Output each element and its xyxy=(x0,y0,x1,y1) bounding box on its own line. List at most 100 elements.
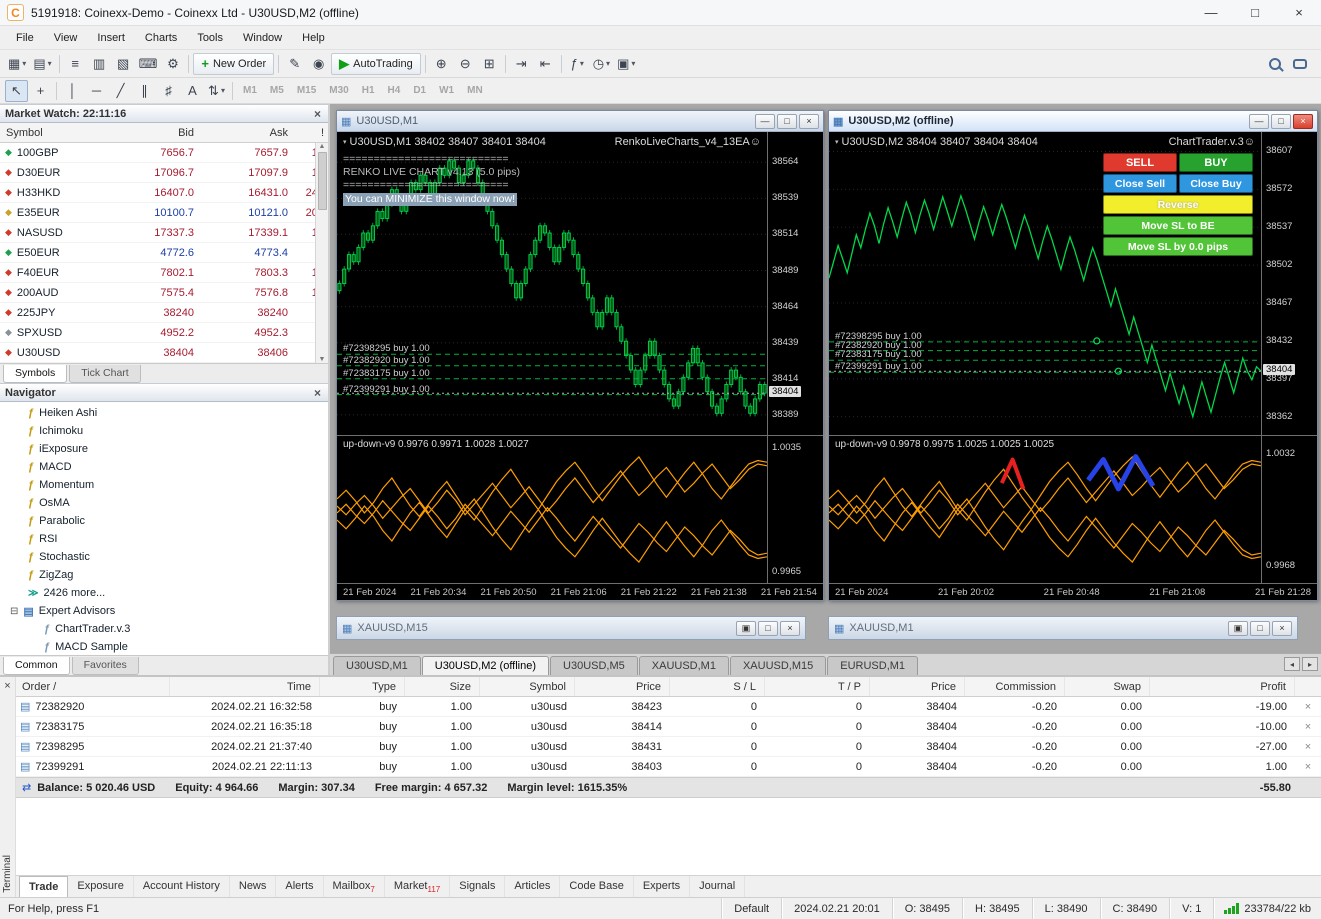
price-axis[interactable]: 38564 38539 38514 38489 38464 38439 38414 38389… xyxy=(767,132,823,435)
close-order-button[interactable]: × xyxy=(1295,697,1321,716)
trendline-button[interactable]: ╱ xyxy=(109,80,132,102)
scroll-up-icon[interactable]: ▲ xyxy=(319,143,326,150)
navigator-expert-item[interactable]: ƒ ChartTrader.v.3 xyxy=(0,620,328,638)
navigator-close-button[interactable]: × xyxy=(312,386,323,400)
market-watch-row[interactable]: ◆SPXUSD 4952.2 4952.3 1 xyxy=(0,323,328,343)
navigator-tab[interactable]: Favorites xyxy=(71,657,139,675)
terminal-tab[interactable]: Trade xyxy=(19,876,69,897)
community-button[interactable]: ◉ xyxy=(307,53,330,75)
window-maximize-button[interactable]: □ xyxy=(1233,0,1277,25)
chart-window-u30usd-m1[interactable]: ▦ U30USD,M1 — □ × ▾ U30USD,M1 38402 3840… xyxy=(336,110,824,601)
timeframe-button[interactable]: D1 xyxy=(407,81,432,101)
menu-item[interactable]: Charts xyxy=(135,28,187,48)
orders-column-header[interactable]: Type xyxy=(320,677,405,696)
scrollbar-thumb[interactable] xyxy=(317,152,327,210)
chart-minimize-button[interactable]: — xyxy=(755,113,775,129)
terminal-tab[interactable]: Articles xyxy=(505,876,561,897)
navigator-indicator-item[interactable]: ƒ Momentum xyxy=(0,476,328,494)
market-watch-row[interactable]: ◆H33HKD 16407.0 16431.0 240 xyxy=(0,183,328,203)
chart-close-button[interactable]: × xyxy=(1272,620,1292,636)
chart-window-u30usd-m2[interactable]: ▦ U30USD,M2 (offline) — □ × ▾ U30USD,M2 … xyxy=(828,110,1318,601)
navigator-indicator-item[interactable]: ƒ ZigZag xyxy=(0,566,328,584)
market-watch-tab[interactable]: Symbols xyxy=(3,365,68,383)
horizontal-line-button[interactable]: ─ xyxy=(85,80,108,102)
reverse-button[interactable]: Reverse xyxy=(1103,195,1253,214)
terminal-tab[interactable]: Journal xyxy=(690,876,746,897)
timeframe-button[interactable]: M5 xyxy=(264,81,290,101)
market-watch-column-headers[interactable]: Symbol Bid Ask ! xyxy=(0,123,328,143)
orders-column-header[interactable]: S / L xyxy=(670,677,765,696)
title-bar[interactable]: C 5191918: Coinexx-Demo - Coinexx Ltd - … xyxy=(0,0,1321,26)
orders-column-header[interactable]: T / P xyxy=(765,677,870,696)
chart-shift-button[interactable]: ⇤ xyxy=(534,53,557,75)
chart-close-button[interactable]: × xyxy=(1293,113,1313,129)
orders-column-header[interactable]: Commission xyxy=(965,677,1065,696)
timeframe-button[interactable]: H4 xyxy=(382,81,407,101)
auto-scroll-button[interactable]: ⇥ xyxy=(510,53,533,75)
navigator-tab[interactable]: Common xyxy=(3,657,70,675)
market-watch-row[interactable]: ◆F40EUR 7802.1 7803.3 12 xyxy=(0,263,328,283)
navigator-expert-item[interactable]: ƒ MACD Sample xyxy=(0,638,328,655)
strategy-tester-button[interactable]: ⚙ xyxy=(161,53,184,75)
terminal-tab[interactable]: Code Base xyxy=(560,876,634,897)
terminal-tab[interactable]: Exposure xyxy=(68,876,134,897)
notifications-button[interactable] xyxy=(1288,53,1316,75)
navigator-expert-advisors-node[interactable]: ⊟ ▤ Expert Advisors xyxy=(0,602,328,620)
terminal-tab[interactable]: Account History xyxy=(134,876,230,897)
chart-maximize-button[interactable]: □ xyxy=(1271,113,1291,129)
order-row[interactable]: ▤ 72382920 2024.02.21 16:32:58 buy 1.00 u… xyxy=(16,697,1321,717)
chart-restore-button[interactable]: ▣ xyxy=(736,620,756,636)
terminal-tab[interactable]: News xyxy=(230,876,277,897)
new-order-button[interactable]: + New Order xyxy=(193,52,275,75)
column-symbol[interactable]: Symbol xyxy=(0,127,104,139)
market-watch-close-button[interactable]: × xyxy=(312,107,323,121)
time-axis[interactable]: 21 Feb 2024 21 Feb 20:34 21 Feb 20:50 21 Fe… xyxy=(337,583,823,600)
chart-tab[interactable]: U30USD,M5 xyxy=(550,656,638,675)
timeframe-button[interactable]: M30 xyxy=(323,81,354,101)
orders-column-header[interactable]: Swap xyxy=(1065,677,1150,696)
chart-tab[interactable]: EURUSD,M1 xyxy=(827,656,919,675)
order-row[interactable]: ▤ 72399291 2024.02.21 22:11:13 buy 1.00 u… xyxy=(16,757,1321,777)
chart-maximize-button[interactable]: □ xyxy=(777,113,797,129)
chart-tab[interactable]: XAUUSD,M1 xyxy=(638,656,729,675)
window-minimize-button[interactable]: — xyxy=(1189,0,1233,25)
periods-button[interactable]: ◷ ▾ xyxy=(590,53,613,75)
search-button[interactable] xyxy=(1262,53,1288,75)
buy-button[interactable]: BUY xyxy=(1179,153,1253,172)
navigator-more-item[interactable]: ≫ 2426 more... xyxy=(0,584,328,602)
move-sl-by-pips-button[interactable]: Move SL by 0.0 pips xyxy=(1103,237,1253,256)
menu-item[interactable]: Tools xyxy=(187,28,233,48)
text-tool-button[interactable]: A xyxy=(181,80,204,102)
tabs-scroll-left-button[interactable]: ◂ xyxy=(1284,657,1300,671)
navigator-indicator-item[interactable]: ƒ MACD xyxy=(0,458,328,476)
terminal-tab[interactable]: Signals xyxy=(450,876,506,897)
navigator-toggle-button[interactable]: ▧ xyxy=(112,53,135,75)
market-watch-scrollbar[interactable]: ▲ ▼ xyxy=(315,143,328,363)
timeframe-button[interactable]: M15 xyxy=(291,81,322,101)
market-watch-row[interactable]: ◆E35EUR 10100.7 10121.0 203 xyxy=(0,203,328,223)
chart-close-button[interactable]: × xyxy=(780,620,800,636)
sell-button[interactable]: SELL xyxy=(1103,153,1177,172)
autotrading-button[interactable]: ▶ AutoTrading xyxy=(331,52,421,75)
terminal-tab[interactable]: Alerts xyxy=(276,876,324,897)
zoom-in-button[interactable]: ⊕ xyxy=(430,53,453,75)
navigator-indicator-item[interactable]: ƒ iExposure xyxy=(0,440,328,458)
tabs-scroll-right-button[interactable]: ▸ xyxy=(1302,657,1318,671)
orders-column-header[interactable]: Price xyxy=(870,677,965,696)
data-window-toggle-button[interactable]: ▥ xyxy=(88,53,111,75)
cursor-tool-button[interactable]: ↖ xyxy=(5,79,28,102)
minimized-chart-xauusd-m1[interactable]: ▦ XAUUSD,M1 ▣ □ × xyxy=(828,616,1298,640)
column-ask[interactable]: Ask xyxy=(200,127,294,139)
indicator-subwindow[interactable]: up-down-v9 0.9976 0.9971 1.0028 1.0027 xyxy=(337,435,767,583)
market-watch-row[interactable]: ◆E50EUR 4772.6 4773.4 8 xyxy=(0,243,328,263)
terminal-close-button[interactable]: × xyxy=(4,677,10,692)
orders-column-header[interactable]: Profit xyxy=(1150,677,1295,696)
market-watch-row[interactable]: ◆200AUD 7575.4 7576.8 14 xyxy=(0,283,328,303)
market-watch-row[interactable]: ◆100GBP 7656.7 7657.9 12 xyxy=(0,143,328,163)
templates-button[interactable]: ▣ ▾ xyxy=(614,53,638,75)
timeframe-button[interactable]: MN xyxy=(461,81,489,101)
terminal-toggle-button[interactable]: ⌨ xyxy=(136,53,161,75)
tile-windows-button[interactable]: ⊞ xyxy=(478,53,501,75)
navigator-indicator-item[interactable]: ƒ OsMA xyxy=(0,494,328,512)
menu-item[interactable]: Window xyxy=(233,28,292,48)
